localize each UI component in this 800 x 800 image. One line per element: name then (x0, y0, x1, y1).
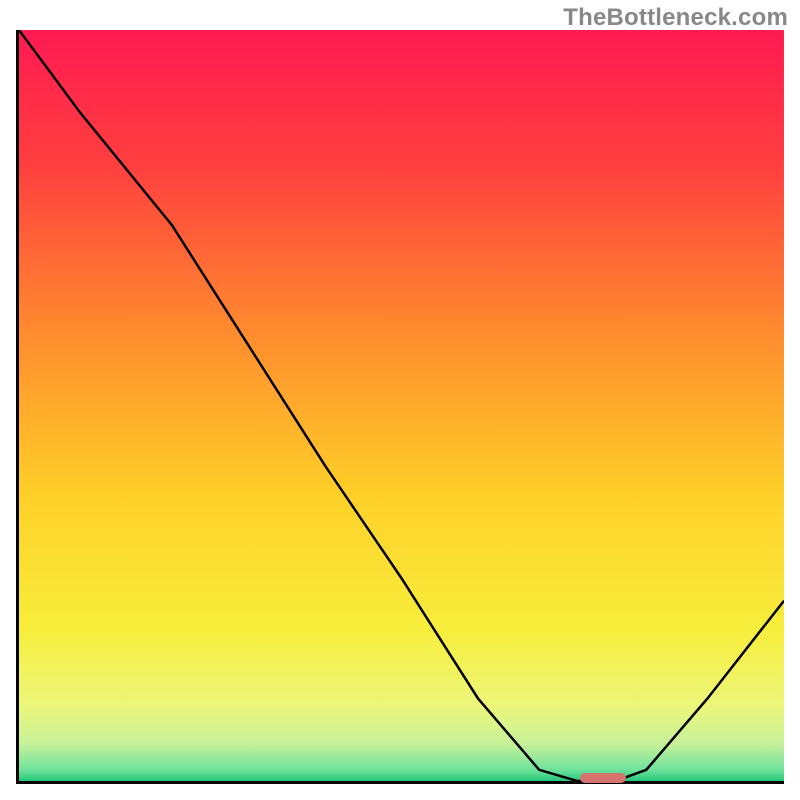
plot-area (16, 30, 784, 784)
chart-stage: TheBottleneck.com (0, 0, 800, 800)
watermark-text: TheBottleneck.com (563, 4, 788, 32)
optimal-marker (580, 773, 626, 783)
bottleneck-curve (19, 30, 784, 781)
